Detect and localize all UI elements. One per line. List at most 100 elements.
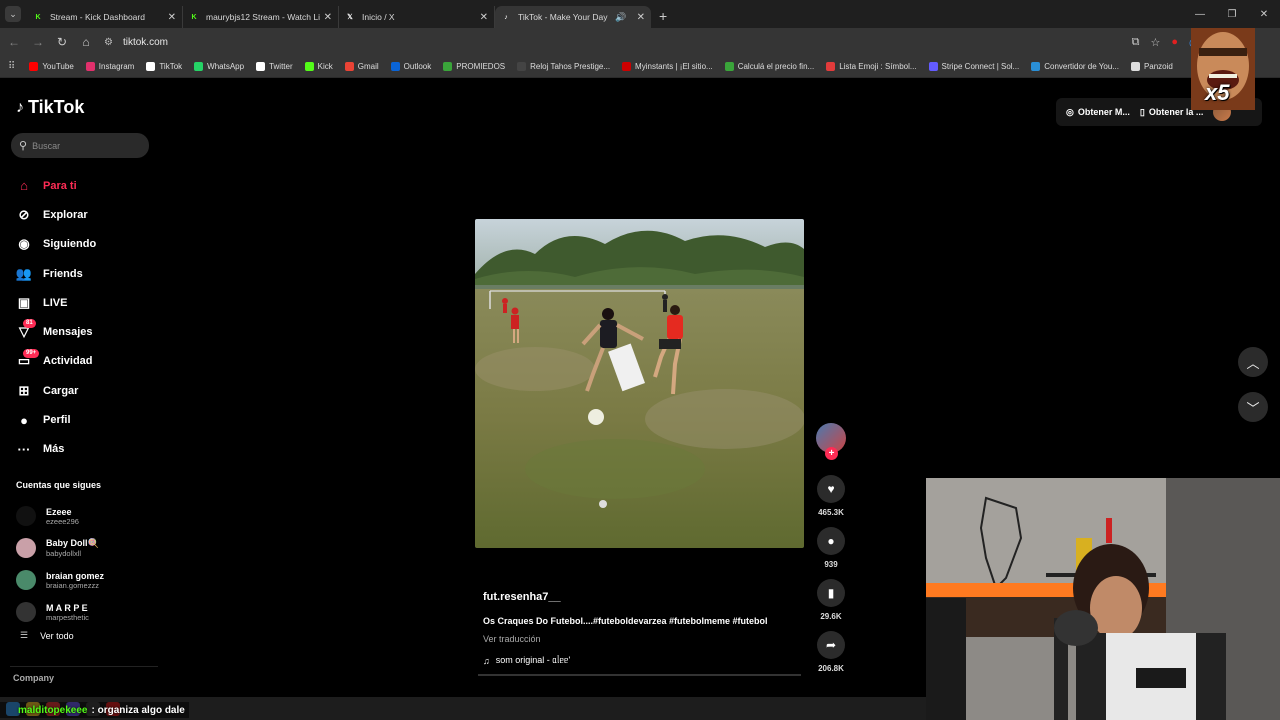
bookmark-item[interactable]: Myinstants | ¡El sitio... [622, 62, 713, 71]
speaker-icon[interactable]: 🔊 [615, 12, 626, 23]
browser-tab-bar: ⌄ K Stream - Kick Dashboard ✕ Kmaurybjs12 S… [0, 0, 1280, 28]
bookmark-item[interactable]: Kick [304, 62, 333, 71]
like-button[interactable]: ♥ 465.3K [817, 475, 845, 517]
browser-tab[interactable]: 𝕏 Inicio / X ✕ [339, 6, 495, 28]
see-all-button[interactable]: ☰ Ver todo [20, 630, 74, 641]
browser-tab[interactable]: Kmaurybjs12 Stream - Watch Live ✕ [183, 6, 339, 28]
bookmark-label: Reloj Tahos Prestige... [530, 62, 611, 71]
bookmark-item[interactable]: Outlook [390, 62, 431, 71]
bookmark-item[interactable]: Stripe Connect | Sol... [928, 62, 1020, 71]
bookmark-label: Stripe Connect | Sol... [941, 62, 1020, 71]
bookmark-item[interactable]: Lista Emoji : Símbol... [826, 62, 917, 71]
nav-item-home[interactable]: ⌂ Para ti [15, 171, 96, 200]
video-progress-bar[interactable] [478, 674, 801, 676]
nav-item-more[interactable]: ··· Más [15, 435, 96, 464]
creator-avatar[interactable]: + [816, 423, 846, 460]
company-link[interactable]: Company [13, 673, 54, 683]
minimize-icon[interactable]: — [1184, 9, 1216, 20]
following-account[interactable]: M A R P Emarpesthetic [16, 596, 104, 628]
bookmark-label: Twitter [269, 62, 293, 71]
tiktok-logo[interactable]: ♪ TikTok [16, 97, 84, 118]
nav-item-friends[interactable]: 👥 Friends [15, 259, 96, 288]
chat-text: : organiza algo dale [91, 704, 185, 716]
bookmark-item[interactable]: Reloj Tahos Prestige... [517, 62, 610, 71]
bookmark-item[interactable]: Twitter [256, 62, 293, 71]
nav-item-activity[interactable]: ▭ 99+ Actividad [15, 347, 96, 376]
comment-button[interactable]: ● 939 [817, 527, 845, 569]
nav-label: Actividad [43, 355, 93, 368]
back-icon[interactable]: ← [2, 35, 26, 49]
bookmark-item[interactable]: YouTube [29, 62, 74, 71]
close-window-icon[interactable]: ✕ [1248, 9, 1280, 20]
bookmark-item[interactable]: TikTok [146, 62, 182, 71]
bookmark-item[interactable]: Calculá el precio fin... [724, 62, 815, 71]
bookmark-favicon-icon [724, 62, 734, 71]
nav-item-messages[interactable]: ▽ 81 Mensajes [15, 317, 96, 346]
bookmark-item[interactable]: Gmail [344, 62, 379, 71]
nav-item-compass[interactable]: ⊘ Explorar [15, 200, 96, 229]
following-account[interactable]: Baby Doll🍭 babydollxll [16, 532, 104, 564]
bookmark-label: Calculá el precio fin... [737, 62, 815, 71]
account-name: Baby Doll🍭 [46, 538, 99, 548]
share-button[interactable]: ➦ 206.8K [817, 631, 845, 673]
close-tab-icon[interactable]: ✕ [168, 12, 176, 23]
close-tab-icon[interactable]: ✕ [324, 12, 332, 23]
next-video-button[interactable]: ﹀ [1238, 392, 1268, 422]
bookmark-item[interactable]: WhatsApp [194, 62, 244, 71]
close-tab-icon[interactable]: ✕ [637, 12, 645, 23]
nav-item-following[interactable]: ◉ Siguiendo [15, 230, 96, 259]
bookmark-label: WhatsApp [207, 62, 245, 71]
bookmark-favicon-icon [826, 62, 836, 71]
home-browser-icon[interactable]: ⌂ [74, 35, 98, 49]
reload-icon[interactable]: ↻ [50, 35, 74, 49]
bookmark-item[interactable]: Convertidor de You... [1031, 62, 1119, 71]
following-account[interactable]: Ezeee ezeee296 [16, 500, 104, 532]
forward-icon[interactable]: → [26, 35, 50, 49]
close-tab-icon[interactable]: ✕ [480, 12, 488, 23]
nav-item-live[interactable]: ▣ LIVE [15, 288, 96, 317]
video-sound[interactable]: ♫ som original - ᥲᥣᥱᥱ' [483, 655, 570, 666]
video-username[interactable]: fut.resenha7__ [483, 591, 561, 603]
search-box[interactable]: ⚲ [11, 133, 149, 158]
bookmark-item[interactable]: Instagram [85, 62, 134, 71]
music-note-icon: ♫ [483, 655, 490, 666]
translate-link[interactable]: Ver traducción [483, 634, 541, 644]
new-tab-icon[interactable]: + [659, 8, 667, 24]
nav-item-upload[interactable]: ⊞ Cargar [15, 376, 96, 405]
tab-search-icon[interactable]: ⌄ [5, 6, 21, 22]
save-button[interactable]: ▮ 29.6K [817, 579, 845, 621]
bookmark-favicon-icon [517, 62, 527, 71]
bookmark-favicon-icon [928, 62, 938, 71]
live-icon: ▣ [17, 294, 31, 310]
profile-icon: ● [20, 412, 28, 428]
bookmark-favicon-icon [443, 62, 453, 71]
previous-video-button[interactable]: ︿ [1238, 347, 1268, 377]
bookmark-item[interactable]: Panzoid [1130, 62, 1173, 71]
following-account[interactable]: braian gomez braian.gomezzz [16, 564, 104, 596]
bookmark-item[interactable]: PROMIEDOS [443, 62, 505, 71]
site-info-icon[interactable]: ⚙ [104, 37, 113, 48]
emote-multiplier: x5 [1205, 80, 1230, 105]
get-coins-button[interactable]: ◎ Obtener M... [1066, 107, 1130, 118]
bookmark-star-icon[interactable]: ☆ [1150, 36, 1160, 49]
browser-tab[interactable]: K Stream - Kick Dashboard ✕ [27, 6, 183, 28]
extension-red-icon[interactable]: ● [1171, 36, 1178, 48]
video-caption[interactable]: Os Craques Do Futebol....#futeboldevarze… [483, 616, 768, 626]
avatar [16, 602, 36, 622]
install-app-icon[interactable]: ⧉ [1132, 36, 1140, 49]
follow-plus-icon[interactable]: + [825, 447, 838, 460]
nav-item-profile[interactable]: ● Perfil [15, 405, 96, 434]
logo-text: TikTok [28, 97, 85, 117]
account-name: braian gomez [46, 570, 105, 581]
search-input[interactable] [32, 140, 133, 151]
address-bar[interactable]: ⚙ tiktok.com [104, 37, 1132, 48]
nav-label: LIVE [43, 296, 68, 309]
bookmark-list: YouTube Instagram TikTok WhatsApp Twitter Kic… [29, 62, 1185, 71]
nav-label: Más [43, 443, 65, 456]
apps-grid-icon[interactable]: ⠿ [8, 61, 15, 72]
nav-badge: 81 [23, 319, 36, 329]
bookmark-favicon-icon [344, 62, 354, 71]
video-player[interactable] [475, 219, 804, 548]
restore-icon[interactable]: ❐ [1216, 9, 1248, 20]
browser-tab[interactable]: ♪ TikTok - Make Your Day 🔊 ✕ [495, 6, 651, 28]
